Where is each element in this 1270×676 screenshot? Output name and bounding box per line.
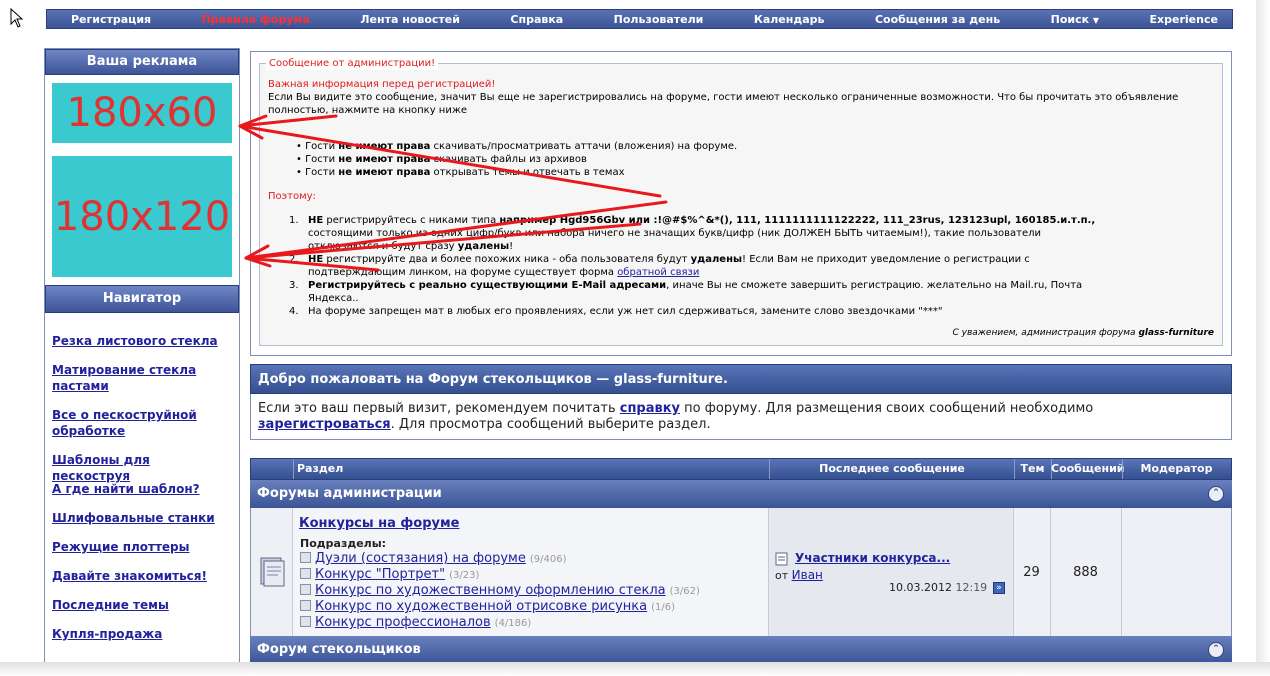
frame-shadow-right [1256,0,1270,676]
annotation-arrows [238,114,668,272]
arrow-to-ad-large [244,200,668,272]
arrow-to-ad-small [238,114,662,198]
frame-shadow-bottom [0,662,1270,676]
